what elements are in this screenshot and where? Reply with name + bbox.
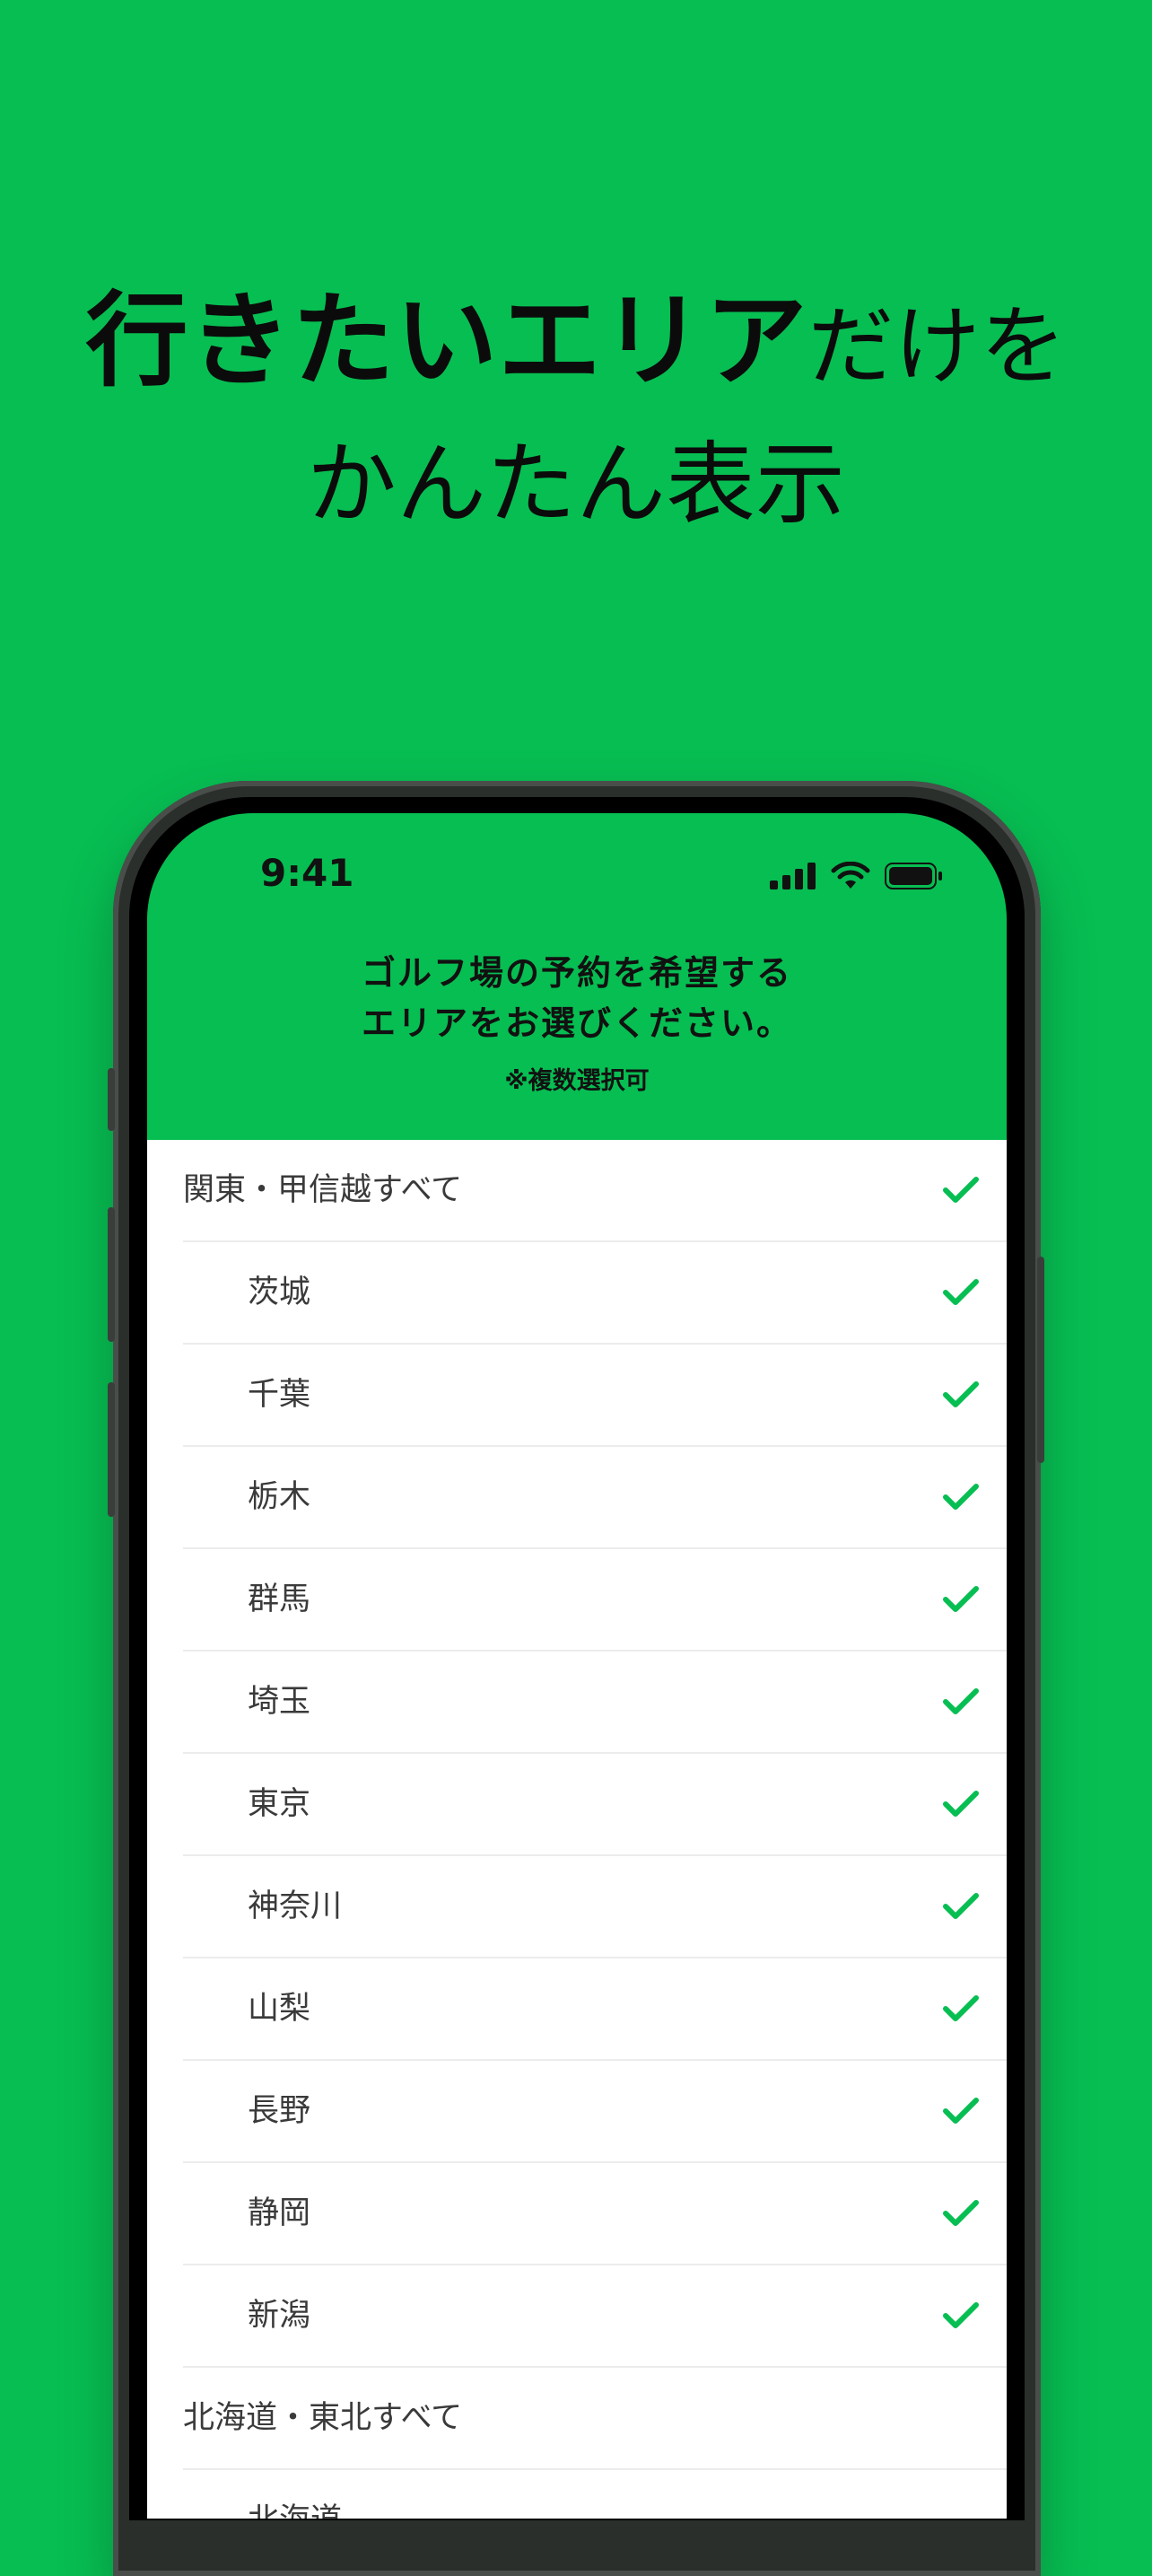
area-row[interactable]: 長野 [183,2061,1007,2163]
checkmark-icon [943,1688,979,1714]
headline-rest-text: だけを [807,296,1067,397]
area-label: 埼玉 [248,1684,311,1720]
area-row[interactable]: 茨城 [183,1242,1007,1345]
area-label: 関東・甲信越すべて [183,1172,463,1208]
cellular-signal-icon [770,863,816,889]
phone-volume-up-button [108,1207,115,1342]
checkmark-icon [943,1381,979,1407]
area-row[interactable]: 山梨 [183,1958,1007,2061]
area-label: 群馬 [248,1582,311,1617]
checkmark-icon [943,1484,979,1510]
area-label: 北海道・東北すべて [183,2400,463,2436]
checkmark-icon [943,1177,979,1203]
area-label: 神奈川 [248,1888,343,1924]
area-label: 山梨 [248,1991,311,2027]
area-label: 栃木 [248,1479,311,1515]
headline-line-2: かんたん表示 [307,432,845,537]
area-row[interactable]: 埼玉 [183,1652,1007,1754]
area-list: 関東・甲信越すべて茨城千葉栃木群馬埼玉東京神奈川山梨長野静岡新潟北海道・東北すべ… [147,1140,1007,2519]
checkmark-icon [943,2098,979,2124]
checkmark-icon [943,1279,979,1305]
phone-side-button [108,1068,115,1131]
area-group-row[interactable]: 北海道・東北すべて [183,2368,1007,2470]
area-group-row[interactable]: 関東・甲信越すべて [183,1140,1007,1242]
area-label: 長野 [248,2093,311,2129]
header-title-line-1: ゴルフ場の予約を希望する [361,953,792,993]
phone-volume-down-button [108,1382,115,1517]
checkmark-icon [943,1791,979,1817]
area-row[interactable]: 北海道 [183,2470,1007,2519]
area-row[interactable]: 栃木 [183,1447,1007,1549]
wifi-icon [831,862,870,889]
promo-headline: 行きたいエリアだけを かんたん表示 [0,269,1152,556]
checkmark-icon [943,1893,979,1919]
area-label: 静岡 [248,2195,311,2231]
area-select-header: ゴルフ場の予約を希望する エリアをお選びください。 ※複数選択可 [147,948,1007,1096]
area-row[interactable]: 神奈川 [183,1856,1007,1958]
phone-screen: 9:41 ゴルフ場の予約を希望する エリアをお選びください。 ※複数選択可 関東… [147,813,1007,2519]
header-title-line-2: エリアをお選びください。 [361,1003,792,1043]
checkmark-icon [943,2302,979,2328]
area-label: 茨城 [248,1275,311,1310]
area-row[interactable]: 新潟 [183,2265,1007,2368]
checkmark-icon [943,1586,979,1612]
headline-line-1: 行きたいエリアだけを [0,269,1152,413]
area-label: 千葉 [248,1377,311,1413]
area-label: 新潟 [248,2298,311,2334]
area-row[interactable]: 東京 [183,1754,1007,1856]
area-row[interactable]: 千葉 [183,1345,1007,1447]
area-label: 北海道 [248,2470,342,2519]
area-row[interactable]: 群馬 [183,1549,1007,1652]
checkmark-icon [943,1995,979,2021]
headline-bold-text: 行きたいエリア [85,281,808,400]
phone-power-button [1037,1257,1044,1463]
status-time: 9:41 [260,851,354,895]
multi-select-note: ※複数選択可 [504,1067,650,1095]
status-bar: 9:41 [147,813,1007,930]
battery-icon [885,863,942,889]
area-label: 東京 [248,1786,311,1822]
status-icons [770,862,944,890]
area-row[interactable]: 静岡 [183,2163,1007,2265]
checkmark-icon [943,2200,979,2226]
